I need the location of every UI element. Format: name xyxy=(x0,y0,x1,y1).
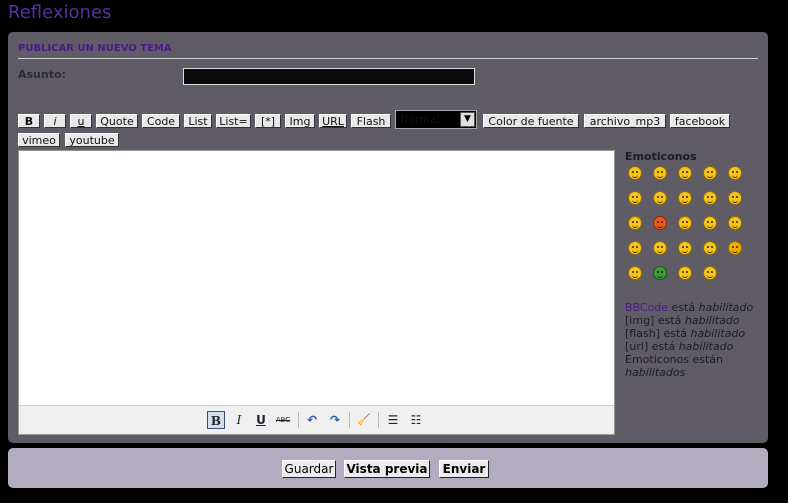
bullet-list-icon[interactable]: ☰ xyxy=(384,411,402,429)
green-smiley-icon[interactable] xyxy=(653,266,667,280)
smile-smiley-icon[interactable] xyxy=(653,166,667,180)
rte-toolbar: B I U ABC ↶ ↷ 🧹 ☰ ☷ xyxy=(19,405,614,434)
rte-separator xyxy=(298,412,299,428)
wink-smiley-icon[interactable] xyxy=(678,166,692,180)
new-topic-panel: PUBLICAR UN NUEVO TEMA Asunto: B i u Quo… xyxy=(8,32,768,443)
font-color-button[interactable]: Color de fuente xyxy=(483,114,579,128)
img-button[interactable]: Img xyxy=(285,114,315,128)
shocked-smiley-icon[interactable] xyxy=(628,191,642,205)
mp3-button[interactable]: archivo_mp3 xyxy=(584,114,666,128)
idea-smiley-icon[interactable] xyxy=(703,241,717,255)
undo-icon[interactable]: ↶ xyxy=(303,411,321,429)
quote-button[interactable]: Quote xyxy=(96,114,138,128)
subject-input[interactable] xyxy=(183,68,475,85)
laugh-smiley-icon[interactable] xyxy=(628,166,642,180)
posting-rules: BBCode está habilitado [img] está habili… xyxy=(625,301,754,379)
razz-smiley-icon[interactable] xyxy=(703,191,717,205)
rte-bold-button[interactable]: B xyxy=(207,411,225,429)
sad-smiley-icon[interactable] xyxy=(703,166,717,180)
numbered-list-icon[interactable]: ☷ xyxy=(407,411,425,429)
exclaim-smiley-icon[interactable] xyxy=(653,241,667,255)
flash-button[interactable]: Flash xyxy=(351,114,391,128)
list-ordered-button[interactable]: List= xyxy=(216,114,251,128)
font-size-value: Normal xyxy=(400,113,440,126)
font-size-select[interactable]: Normal ▼ xyxy=(395,110,477,129)
save-button[interactable]: Guardar xyxy=(282,460,336,478)
send-button[interactable]: Enviar xyxy=(439,460,489,478)
bbcode-link[interactable]: BBCode xyxy=(625,301,668,314)
twisted-smiley-icon[interactable] xyxy=(703,216,717,230)
vimeo-button[interactable]: vimeo xyxy=(18,133,60,147)
confused-smiley-icon[interactable] xyxy=(653,191,667,205)
rte-italic-button[interactable]: I xyxy=(230,411,248,429)
preview-button[interactable]: Vista previa xyxy=(344,460,430,478)
embarrassed-smiley-icon[interactable] xyxy=(653,216,667,230)
neutral-smiley-icon[interactable] xyxy=(678,216,692,230)
section-title: PUBLICAR UN NUEVO TEMA xyxy=(18,43,172,54)
facebook-button[interactable]: facebook xyxy=(670,114,730,128)
chevron-down-icon[interactable]: ▼ xyxy=(460,112,475,127)
arrow-smiley-icon[interactable] xyxy=(728,241,742,255)
action-bar: Guardar Vista previa Enviar xyxy=(8,448,768,488)
rte-separator xyxy=(349,412,350,428)
rte-separator xyxy=(378,412,379,428)
code-button[interactable]: Code xyxy=(142,114,180,128)
surprised-smiley-icon[interactable] xyxy=(728,166,742,180)
evil-smiley-icon[interactable] xyxy=(728,216,742,230)
grin-smiley-icon[interactable] xyxy=(628,216,642,230)
emoticons-title: Emoticonos xyxy=(625,150,697,163)
bold-button[interactable]: B xyxy=(18,114,40,128)
forum-title: Reflexiones xyxy=(8,2,112,23)
underline-button[interactable]: u xyxy=(70,114,92,128)
list-button[interactable]: List xyxy=(184,114,212,128)
question-smiley-icon[interactable] xyxy=(678,241,692,255)
redo-icon[interactable]: ↷ xyxy=(326,411,344,429)
youtube-button[interactable]: youtube xyxy=(65,133,119,147)
smirk-smiley-icon[interactable] xyxy=(628,266,642,280)
mad-smiley-icon[interactable] xyxy=(728,191,742,205)
cool-smiley-icon[interactable] xyxy=(678,191,692,205)
message-editor[interactable]: B I U ABC ↶ ↷ 🧹 ☰ ☷ xyxy=(18,150,615,435)
url-button[interactable]: URL xyxy=(319,114,347,128)
geek-smiley-icon[interactable] xyxy=(678,266,692,280)
subject-label: Asunto: xyxy=(18,68,66,81)
clean-format-icon[interactable]: 🧹 xyxy=(355,411,373,429)
rte-underline-button[interactable]: U xyxy=(252,411,270,429)
divider xyxy=(18,58,758,59)
glasses-smiley-icon[interactable] xyxy=(703,266,717,280)
rte-strike-button[interactable]: ABC xyxy=(274,411,292,429)
list-item-button[interactable]: [*] xyxy=(255,114,281,128)
italic-button[interactable]: i xyxy=(44,114,66,128)
roll-eyes-smiley-icon[interactable] xyxy=(628,241,642,255)
